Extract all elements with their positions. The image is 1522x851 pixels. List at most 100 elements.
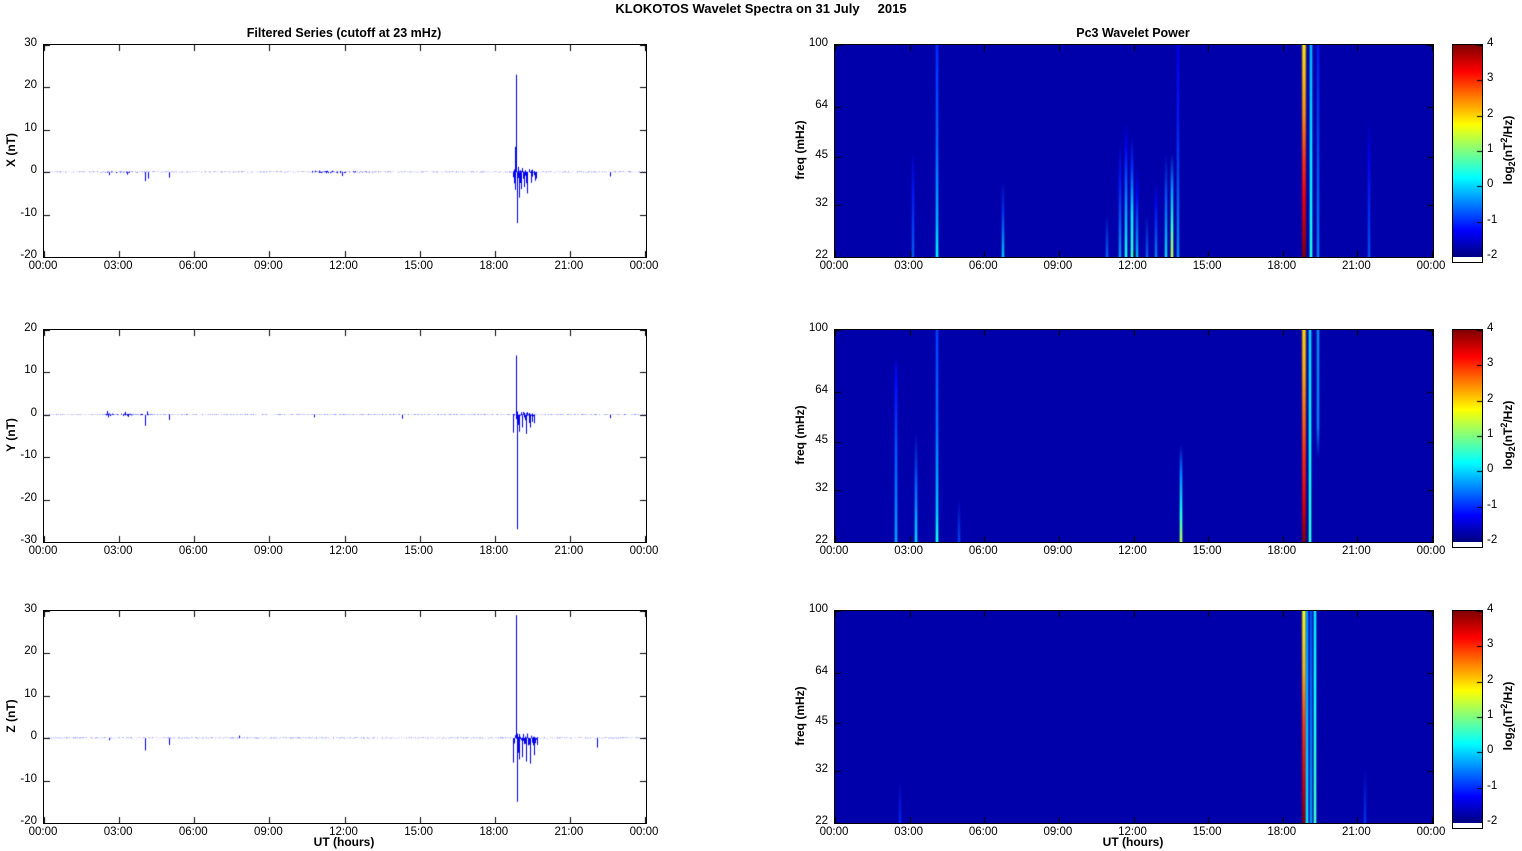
x-tick-label: 15:00 [1192, 545, 1222, 557]
y-tick-label: 20 [24, 322, 37, 334]
x-tick-label: 15:00 [1192, 826, 1222, 838]
colorbar-tick-label: 4 [1487, 322, 1494, 334]
x-tick-label: 15:00 [1192, 260, 1222, 272]
y-tick-label: -10 [20, 772, 37, 785]
timeseries-panel-y [43, 329, 647, 543]
colorbar-tick-label: 2 [1487, 392, 1494, 405]
colorbar-tick-label: -1 [1487, 213, 1498, 226]
x-tick-label: 18:00 [1267, 260, 1297, 272]
y-tick-label: -20 [20, 249, 37, 261]
colorbar-tick-label: 0 [1487, 178, 1494, 191]
x-tick-label: 06:00 [178, 545, 208, 557]
y-tick-label: 10 [24, 687, 37, 700]
timeseries-canvas-z [44, 611, 646, 823]
x-tick-label: 03:00 [103, 545, 133, 557]
colorbar-tick-label: 3 [1487, 638, 1494, 651]
spectrogram-panel-z [834, 610, 1434, 824]
x-tick-label: 03:00 [103, 260, 133, 272]
freq-tick-label: 100 [808, 37, 828, 49]
timeseries-canvas-x [44, 45, 646, 257]
colorbar-tick-label: 3 [1487, 357, 1494, 370]
freq-tick-label: 64 [815, 384, 828, 397]
y-tick-label: -10 [20, 449, 37, 462]
x-tick-label: 21:00 [1341, 545, 1371, 557]
ylabel-y-nt: Y (nT) [4, 418, 18, 452]
x-tick-label: 21:00 [554, 545, 584, 557]
freq-tick-label: 32 [815, 481, 828, 494]
freq-tick-label: 32 [815, 196, 828, 209]
left-column-title: Filtered Series (cutoff at 23 mHz) [246, 26, 442, 40]
x-tick-label: 15:00 [404, 260, 434, 272]
freq-tick-label: 22 [815, 249, 828, 261]
spectrogram-canvas-y [835, 330, 1433, 542]
x-tick-label: 12:00 [1118, 260, 1147, 272]
y-tick-label: 30 [24, 37, 37, 49]
colorbar-bottom [1452, 610, 1483, 829]
y-tick-label: 10 [24, 121, 37, 134]
x-tick-label: 03:00 [894, 826, 924, 838]
x-tick-label: 03:00 [103, 826, 133, 838]
spectrogram-canvas-z [835, 611, 1433, 823]
freq-tick-label: 45 [815, 433, 828, 446]
y-tick-label: 20 [24, 79, 37, 92]
x-tick-label: 09:00 [253, 260, 283, 272]
x-tick-label: 21:00 [554, 826, 584, 838]
y-tick-label: 0 [30, 406, 37, 419]
x-tick-label: 18:00 [479, 826, 509, 838]
colorbar-tick-label: -2 [1487, 534, 1498, 546]
y-tick-label: 0 [30, 164, 37, 177]
x-tick-label: 09:00 [1043, 260, 1073, 272]
ylabel-x-nt: X (nT) [4, 133, 18, 167]
y-tick-label: -20 [20, 815, 37, 827]
timeseries-panel-x [43, 44, 647, 258]
x-tick-label: 00:00 [1416, 545, 1446, 557]
y-tick-label: 30 [24, 603, 37, 615]
x-tick-label: 06:00 [968, 826, 998, 838]
colorbar-tick-label: 1 [1487, 709, 1494, 721]
colorbar-tick-label: -1 [1487, 779, 1498, 792]
freq-tick-label: 100 [808, 603, 828, 615]
x-tick-label: 15:00 [404, 826, 434, 838]
x-tick-label: 00:00 [1416, 260, 1446, 272]
colorbar-tick-label: 2 [1487, 673, 1494, 686]
x-tick-label: 18:00 [479, 260, 509, 272]
x-tick-label: 18:00 [479, 545, 509, 557]
freq-tick-label: 22 [815, 815, 828, 827]
freq-tick-label: 45 [815, 714, 828, 727]
freq-tick-label: 64 [815, 99, 828, 112]
colorbar-tick-label: 1 [1487, 143, 1494, 155]
y-tick-label: 20 [24, 645, 37, 658]
x-tick-label: 03:00 [894, 260, 924, 272]
colorbar-tick-label: 1 [1487, 428, 1494, 440]
spectrogram-panel-y [834, 329, 1434, 543]
colorbar-canvas-bottom [1453, 611, 1482, 823]
x-tick-label: 06:00 [178, 826, 208, 838]
x-tick-label: 12:00 [329, 260, 358, 272]
colorbar-tick-label: 3 [1487, 72, 1494, 85]
x-tick-label: 18:00 [1267, 826, 1297, 838]
spectrogram-canvas-x [835, 45, 1433, 257]
x-tick-label: 03:00 [894, 545, 924, 557]
x-tick-label: 12:00 [1118, 545, 1147, 557]
x-tick-label: 09:00 [1043, 826, 1073, 838]
colorbar-top [1452, 44, 1483, 263]
colorbar-tick-label: 2 [1487, 107, 1494, 120]
freq-tick-label: 45 [815, 148, 828, 161]
x-tick-label: 00:00 [1416, 826, 1446, 838]
x-tick-label: 00:00 [629, 260, 659, 272]
x-tick-label: 06:00 [178, 260, 208, 272]
x-tick-label: 06:00 [968, 545, 998, 557]
y-tick-label: -30 [20, 534, 37, 546]
figure-title: KLOKOTOS Wavelet Spectra on 31 July 2015 [615, 1, 907, 16]
x-tick-label: 09:00 [253, 545, 283, 557]
ylabel-z-nt: Z (nT) [4, 699, 18, 733]
y-tick-label: 0 [30, 730, 37, 743]
freq-tick-label: 64 [815, 665, 828, 678]
colorbar-canvas-middle [1453, 330, 1482, 542]
x-tick-label: 15:00 [404, 545, 434, 557]
colorbar-tick-label: 0 [1487, 463, 1494, 476]
colorbar-tick-label: -1 [1487, 498, 1498, 511]
x-tick-label: 09:00 [253, 826, 283, 838]
x-tick-label: 12:00 [1118, 826, 1147, 838]
freq-tick-label: 100 [808, 322, 828, 334]
